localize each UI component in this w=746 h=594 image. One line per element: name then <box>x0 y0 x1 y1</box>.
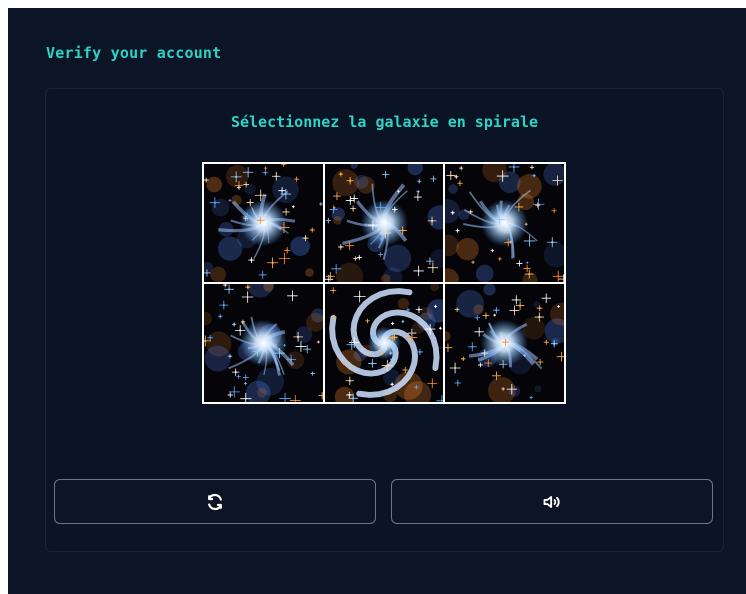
captcha-image-grid <box>202 162 566 404</box>
galaxy-image <box>204 284 323 402</box>
spiral-galaxy-image <box>324 284 444 402</box>
speaker-icon <box>543 495 560 508</box>
refresh-button[interactable] <box>54 479 376 524</box>
captcha-tile-3[interactable] <box>445 164 564 282</box>
galaxy-image <box>445 284 564 402</box>
galaxy-image <box>445 164 564 282</box>
captcha-frame: Verify your account Sélectionnez la gala… <box>8 8 746 594</box>
captcha-tile-6[interactable] <box>445 284 564 402</box>
captcha-card: Sélectionnez la galaxie en spirale <box>45 88 724 552</box>
captcha-tile-5[interactable] <box>324 284 444 402</box>
galaxy-image <box>204 164 323 282</box>
audio-challenge-button[interactable] <box>391 479 713 524</box>
page-title: Verify your account <box>46 44 222 62</box>
galaxy-image <box>324 164 444 282</box>
captcha-prompt: Sélectionnez la galaxie en spirale <box>230 113 539 131</box>
refresh-icon <box>208 493 222 510</box>
captcha-tile-1[interactable] <box>204 164 323 282</box>
captcha-tile-4[interactable] <box>204 284 323 402</box>
captcha-tile-2[interactable] <box>324 164 444 282</box>
